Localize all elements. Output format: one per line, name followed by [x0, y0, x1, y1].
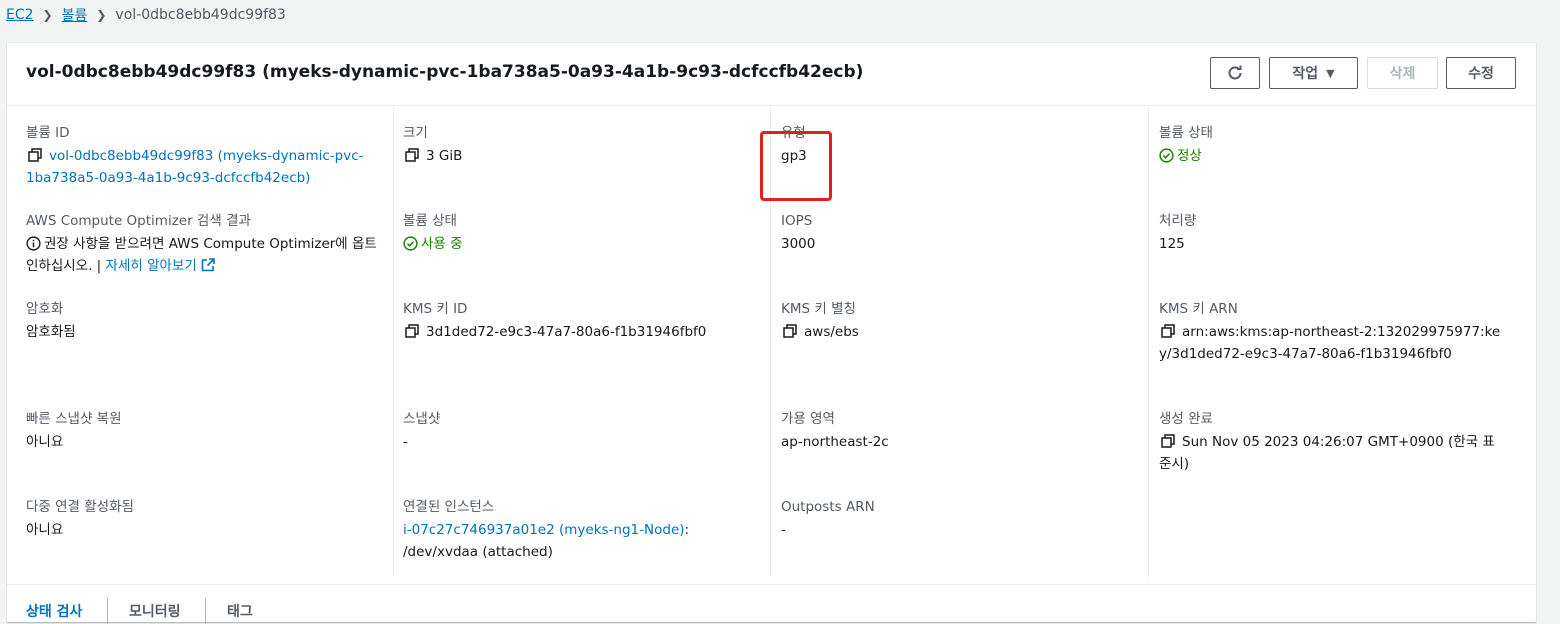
delete-button[interactable]: 삭제: [1367, 57, 1438, 89]
field-kms-arn: KMS 키 ARN arn:aws:kms:ap-northeast-2:132…: [1159, 299, 1514, 365]
chevron-right-icon: ❯: [42, 8, 53, 22]
field-label: 유형: [781, 125, 806, 141]
field-fast-snapshot-restore: 빠른 스냅샷 복원 아니요: [26, 409, 381, 453]
tab-divider: [107, 598, 108, 624]
field-outposts-arn: Outposts ARN -: [781, 497, 1136, 541]
copy-icon[interactable]: [405, 148, 419, 162]
column-divider: [1148, 107, 1149, 577]
field-label: 다중 연결 활성화됨: [26, 499, 134, 515]
tab-divider: [205, 598, 206, 624]
check-circle-icon: [1159, 148, 1174, 163]
field-label: 암호화: [26, 301, 64, 317]
field-label: KMS 키 ARN: [1159, 301, 1238, 317]
field-size: 크기 3 GiB: [403, 123, 758, 167]
field-value: aws/ebs: [781, 321, 1136, 343]
field-value: 3d1ded72-e9c3-47a7-80a6-f1b31946fbf0: [403, 321, 758, 343]
field-label: 빠른 스냅샷 복원: [26, 411, 122, 427]
field-value: 암호화됨: [26, 324, 76, 340]
learn-more-link[interactable]: 자세히 알아보기: [106, 258, 215, 274]
field-label: 연결된 인스턴스: [403, 499, 495, 515]
field-created: 생성 완료 Sun Nov 05 2023 04:26:07 GMT+0900 …: [1159, 409, 1514, 475]
volume-details-panel: vol-0dbc8ebb49dc99f83 (myeks-dynamic-pvc…: [7, 42, 1536, 624]
copy-icon[interactable]: [405, 324, 419, 338]
actions-dropdown-button[interactable]: 작업 ▼: [1269, 57, 1358, 89]
breadcrumb-volumes-link[interactable]: 볼륨: [62, 5, 88, 25]
refresh-button[interactable]: [1210, 57, 1260, 89]
field-label: 가용 영역: [781, 411, 835, 427]
field-encryption: 암호화 암호화됨: [26, 299, 381, 343]
field-iops: IOPS 3000: [781, 211, 1136, 255]
field-snapshot: 스냅샷 -: [403, 409, 758, 453]
tab-tags[interactable]: 태그: [227, 601, 253, 621]
field-volume-id: 볼륨 ID vol-0dbc8ebb49dc99f83 (myeks-dynam…: [26, 123, 381, 189]
copy-icon[interactable]: [28, 148, 42, 162]
copy-icon[interactable]: [1161, 324, 1175, 338]
actions-label: 작업: [1292, 66, 1319, 82]
breadcrumb-ec2-link[interactable]: EC2: [6, 7, 34, 23]
iops-highlight-annotation: [760, 131, 832, 201]
field-compute-optimizer: AWS Compute Optimizer 검색 결과 권장 사항을 받으려면 …: [26, 211, 381, 277]
field-value: 아니요: [26, 434, 64, 450]
field-volume-state: 볼륨 상태 사용 중: [403, 211, 758, 255]
field-value: 권장 사항을 받으려면 AWS Compute Optimizer에 옵트인하십…: [26, 236, 377, 274]
field-value: ap-northeast-2c: [781, 434, 889, 450]
delete-label: 삭제: [1389, 66, 1416, 82]
volume-id-link[interactable]: vol-0dbc8ebb49dc99f83 (myeks-dynamic-pvc…: [26, 145, 366, 189]
status-badge: 정상: [1159, 145, 1514, 167]
field-value: -: [403, 434, 408, 450]
chevron-right-icon: ❯: [96, 8, 107, 22]
tab-monitoring[interactable]: 모니터링: [129, 601, 181, 621]
edit-label: 수정: [1468, 66, 1494, 82]
field-label: Outposts ARN: [781, 499, 875, 515]
field-value: gp3: [781, 148, 807, 164]
field-availability-zone: 가용 영역 ap-northeast-2c: [781, 409, 1136, 453]
field-volume-status: 볼륨 상태 정상: [1159, 123, 1514, 167]
field-label: 크기: [403, 125, 428, 141]
field-attached-instances: 연결된 인스턴스 i-07c27c746937a01e2 (myeks-ng1-…: [403, 497, 758, 563]
copy-icon[interactable]: [783, 324, 797, 338]
field-label: 볼륨 상태: [1159, 125, 1213, 141]
instance-link[interactable]: i-07c27c746937a01e2 (myeks-ng1-Node): [403, 522, 685, 538]
field-value: 3 GiB: [403, 145, 758, 167]
field-value: 3000: [781, 236, 816, 252]
field-label: 볼륨 ID: [26, 125, 70, 141]
panel-header: vol-0dbc8ebb49dc99f83 (myeks-dynamic-pvc…: [7, 43, 1536, 106]
field-kms-key-id: KMS 키 ID 3d1ded72-e9c3-47a7-80a6-f1b3194…: [403, 299, 758, 343]
field-value: arn:aws:kms:ap-northeast-2:132029975977:…: [1159, 324, 1501, 362]
field-label: AWS Compute Optimizer 검색 결과: [26, 213, 251, 229]
field-value: 125: [1159, 236, 1185, 252]
field-value: i-07c27c746937a01e2 (myeks-ng1-Node): /d…: [403, 522, 690, 560]
field-kms-alias: KMS 키 별칭 aws/ebs: [781, 299, 1136, 343]
field-value: 아니요: [26, 522, 64, 538]
field-label: KMS 키 별칭: [781, 301, 856, 317]
field-type: 유형 gp3: [781, 123, 1136, 167]
info-icon: [26, 236, 41, 251]
field-label: 생성 완료: [1159, 411, 1213, 427]
tab-status-checks[interactable]: 상태 검사: [26, 601, 82, 621]
field-label: 볼륨 상태: [403, 213, 457, 229]
field-label: IOPS: [781, 213, 813, 229]
status-badge: 사용 중: [403, 233, 758, 255]
column-divider: [393, 107, 394, 577]
page-title: vol-0dbc8ebb49dc99f83 (myeks-dynamic-pvc…: [26, 62, 864, 82]
field-throughput: 처리량 125: [1159, 211, 1514, 255]
field-label: KMS 키 ID: [403, 301, 468, 317]
field-value: Sun Nov 05 2023 04:26:07 GMT+0900 (한국 표준…: [1159, 434, 1495, 472]
edit-button[interactable]: 수정: [1446, 57, 1516, 89]
field-label: 처리량: [1159, 213, 1197, 229]
field-label: 스냅샷: [403, 411, 441, 427]
caret-down-icon: ▼: [1326, 66, 1335, 80]
details-tabs: 상태 검사 모니터링 태그: [7, 584, 1536, 624]
copy-icon[interactable]: [1161, 434, 1175, 448]
breadcrumb-current: vol-0dbc8ebb49dc99f83: [115, 7, 286, 23]
field-multi-attach: 다중 연결 활성화됨 아니요: [26, 497, 381, 541]
breadcrumb: EC2 ❯ 볼륨 ❯ vol-0dbc8ebb49dc99f83: [6, 4, 286, 26]
refresh-icon: [1228, 65, 1242, 80]
external-link-icon: [201, 258, 215, 272]
field-value: -: [781, 522, 786, 538]
check-circle-icon: [403, 236, 418, 251]
